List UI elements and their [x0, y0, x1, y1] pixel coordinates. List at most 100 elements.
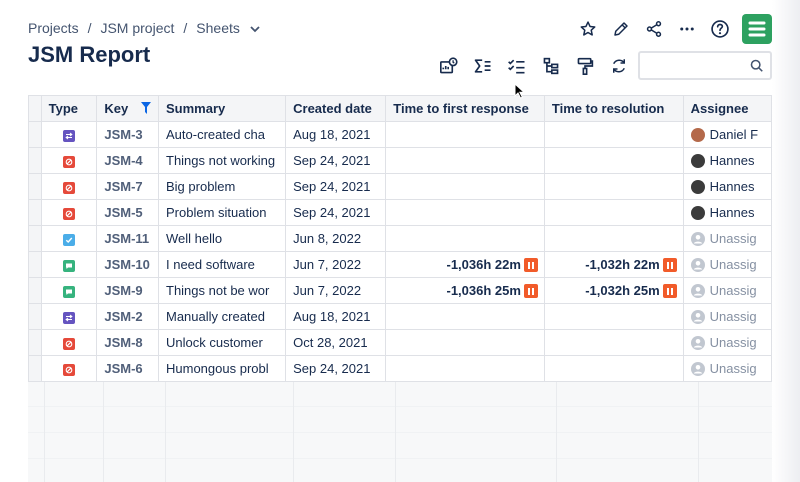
time-to-first-response-cell[interactable]: -1,036h 25m	[385, 277, 545, 304]
table-row[interactable]: JSM-10 I need software Jun 7, 2022 -1,036h …	[28, 251, 772, 278]
time-to-resolution-cell[interactable]: -1,032h 22m	[543, 251, 684, 278]
key-cell[interactable]: JSM-6	[96, 355, 159, 382]
refresh-icon[interactable]	[602, 51, 636, 81]
time-to-first-response-cell[interactable]	[385, 225, 545, 252]
key-cell[interactable]: JSM-10	[96, 251, 159, 278]
time-to-first-response-cell[interactable]	[385, 199, 545, 226]
assignee-cell[interactable]: Hannes	[682, 147, 772, 174]
key-cell[interactable]: JSM-2	[96, 303, 159, 330]
search-input[interactable]	[640, 53, 746, 78]
assignee-cell[interactable]: Unassig	[682, 303, 772, 330]
report-icon[interactable]	[432, 51, 466, 81]
row-gutter[interactable]	[28, 199, 42, 226]
row-gutter[interactable]	[28, 173, 42, 200]
created-date-cell[interactable]: Jun 7, 2022	[285, 251, 387, 278]
key-cell[interactable]: JSM-4	[96, 147, 159, 174]
summary-cell[interactable]: Unlock customer	[157, 329, 287, 356]
type-cell[interactable]	[40, 355, 98, 382]
key-cell[interactable]: JSM-9	[96, 277, 159, 304]
type-cell[interactable]	[40, 225, 98, 252]
assignee-cell[interactable]: Hannes	[682, 173, 772, 200]
summary-cell[interactable]: I need software	[157, 251, 287, 278]
table-row[interactable]: JSM-5 Problem situation Sep 24, 2021 Hannes	[28, 199, 772, 226]
share-icon[interactable]	[637, 14, 670, 44]
type-cell[interactable]	[40, 147, 98, 174]
assignee-cell[interactable]: Unassig	[682, 329, 772, 356]
time-to-resolution-cell[interactable]	[543, 121, 684, 148]
time-to-first-response-cell[interactable]	[385, 355, 545, 382]
hierarchy-icon[interactable]	[534, 51, 568, 81]
assignee-cell[interactable]: Unassig	[682, 225, 772, 252]
more-icon[interactable]	[670, 14, 703, 44]
row-gutter[interactable]	[28, 147, 42, 174]
row-gutter[interactable]	[28, 355, 42, 382]
type-cell[interactable]	[40, 303, 98, 330]
sum-icon[interactable]	[466, 51, 500, 81]
edit-icon[interactable]	[604, 14, 637, 44]
time-to-resolution-cell[interactable]	[543, 173, 684, 200]
time-to-resolution-cell[interactable]	[543, 225, 684, 252]
breadcrumb-jsm-project[interactable]: JSM project	[100, 20, 174, 36]
summary-cell[interactable]: Manually created	[157, 303, 287, 330]
created-date-cell[interactable]: Sep 24, 2021	[285, 355, 387, 382]
time-to-first-response-cell[interactable]: -1,036h 22m	[385, 251, 545, 278]
row-gutter[interactable]	[28, 277, 42, 304]
assignee-cell[interactable]: Unassig	[682, 277, 772, 304]
assignee-cell[interactable]: Daniel F	[682, 121, 772, 148]
summary-cell[interactable]: Big problem	[157, 173, 287, 200]
breadcrumb-sheets[interactable]: Sheets	[196, 20, 260, 36]
type-cell[interactable]	[40, 173, 98, 200]
key-cell[interactable]: JSM-11	[96, 225, 159, 252]
table-row[interactable]: JSM-11 Well hello Jun 8, 2022 Unassig	[28, 225, 772, 252]
type-cell[interactable]	[40, 251, 98, 278]
assignee-cell[interactable]: Unassig	[682, 355, 772, 382]
created-date-cell[interactable]: Sep 24, 2021	[285, 199, 387, 226]
search-icon[interactable]	[750, 59, 764, 78]
summary-cell[interactable]: Problem situation	[157, 199, 287, 226]
summary-cell[interactable]: Things not working	[157, 147, 287, 174]
table-row[interactable]: JSM-3 Auto-created cha Aug 18, 2021 Daniel …	[28, 121, 772, 148]
time-to-first-response-cell[interactable]	[385, 329, 545, 356]
created-date-cell[interactable]: Jun 8, 2022	[285, 225, 387, 252]
time-to-resolution-cell[interactable]	[543, 329, 684, 356]
breadcrumb-projects[interactable]: Projects	[28, 20, 79, 36]
time-to-resolution-cell[interactable]: -1,032h 25m	[543, 277, 684, 304]
table-row[interactable]: JSM-2 Manually created Aug 18, 2021 Unassig	[28, 303, 772, 330]
table-row[interactable]: JSM-6 Humongous probl Sep 24, 2021 Unassig	[28, 355, 772, 382]
filter-icon[interactable]	[141, 101, 151, 117]
row-gutter[interactable]	[28, 329, 42, 356]
created-date-cell[interactable]: Oct 28, 2021	[285, 329, 387, 356]
summary-cell[interactable]: Auto-created cha	[157, 121, 287, 148]
time-to-resolution-cell[interactable]	[543, 147, 684, 174]
row-gutter[interactable]	[28, 303, 42, 330]
created-date-cell[interactable]: Aug 18, 2021	[285, 303, 387, 330]
key-cell[interactable]: JSM-5	[96, 199, 159, 226]
time-to-resolution-cell[interactable]	[543, 355, 684, 382]
help-icon[interactable]	[703, 14, 736, 44]
key-cell[interactable]: JSM-3	[96, 121, 159, 148]
created-date-cell[interactable]: Aug 18, 2021	[285, 121, 387, 148]
summary-cell[interactable]: Humongous probl	[157, 355, 287, 382]
table-row[interactable]: JSM-4 Things not working Sep 24, 2021 Hanne…	[28, 147, 772, 174]
key-cell[interactable]: JSM-8	[96, 329, 159, 356]
checklist-icon[interactable]	[500, 51, 534, 81]
table-row[interactable]: JSM-9 Things not be wor Jun 7, 2022 -1,036h…	[28, 277, 772, 304]
time-to-first-response-cell[interactable]	[385, 147, 545, 174]
column-header-summary[interactable]: Summary	[157, 95, 287, 122]
type-cell[interactable]	[40, 199, 98, 226]
column-header-key[interactable]: Key	[96, 95, 159, 122]
created-date-cell[interactable]: Sep 24, 2021	[285, 173, 387, 200]
star-icon[interactable]	[571, 14, 604, 44]
assignee-cell[interactable]: Unassig	[682, 251, 772, 278]
created-date-cell[interactable]: Jun 7, 2022	[285, 277, 387, 304]
type-cell[interactable]	[40, 121, 98, 148]
column-header-type[interactable]: Type	[40, 95, 98, 122]
table-row[interactable]: JSM-7 Big problem Sep 24, 2021 Hannes	[28, 173, 772, 200]
type-cell[interactable]	[40, 277, 98, 304]
time-to-resolution-cell[interactable]	[543, 199, 684, 226]
row-gutter[interactable]	[28, 121, 42, 148]
table-row[interactable]: JSM-8 Unlock customer Oct 28, 2021 Unassig	[28, 329, 772, 356]
key-cell[interactable]: JSM-7	[96, 173, 159, 200]
time-to-first-response-cell[interactable]	[385, 121, 545, 148]
column-header-time-to-resolution[interactable]: Time to resolution	[543, 95, 684, 122]
